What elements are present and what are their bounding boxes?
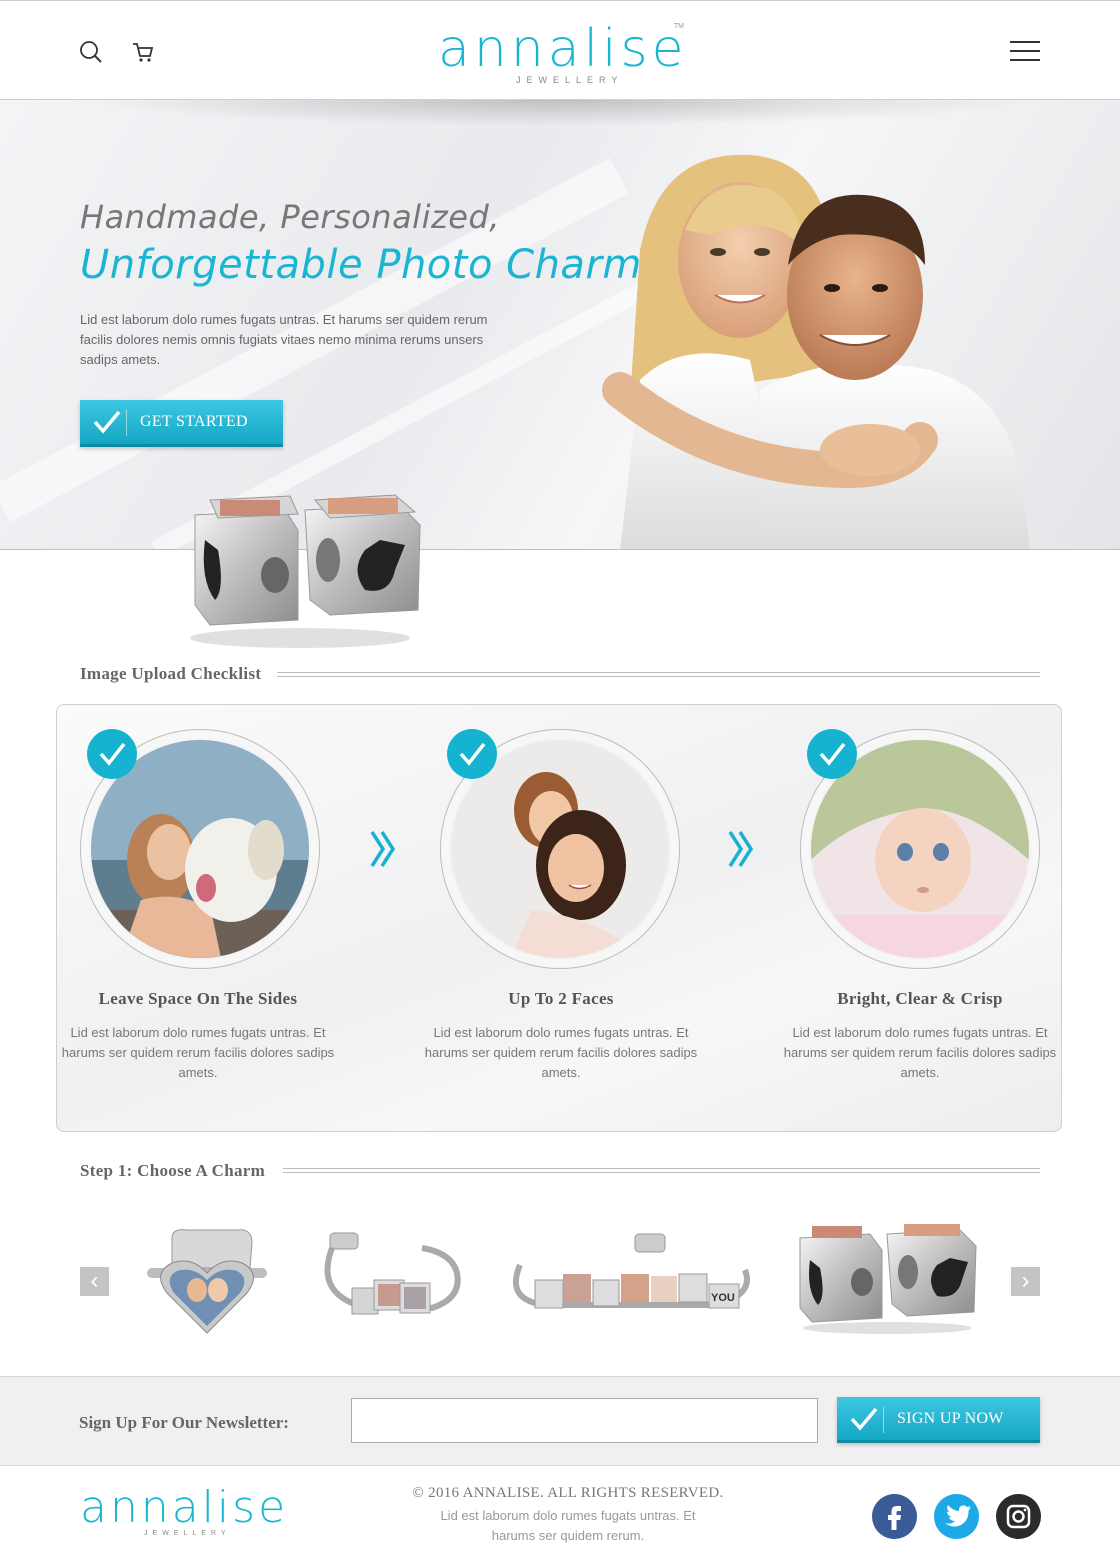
double-chevron-right-icon <box>370 831 396 867</box>
newsletter-email-input[interactable] <box>351 1398 818 1443</box>
bracelet-multi-cubes-charm[interactable]: YOU <box>505 1230 755 1330</box>
logo-tm: TM <box>673 23 684 30</box>
checklist-item-body: Lid est laborum dolo rumes fugats untras… <box>61 1025 335 1080</box>
sign-up-now-button[interactable]: SIGN UP NOW <box>837 1397 1040 1443</box>
footer-logo-wordmark: annalise <box>80 1482 289 1533</box>
get-started-label: GET STARTED <box>140 413 248 430</box>
heading-rule <box>277 672 1040 677</box>
heading-rule <box>283 1168 1040 1173</box>
hero-banner: Handmade, Personalized, Unforgettable Ph… <box>0 100 1120 550</box>
header-logo[interactable]: annalise TM JEWELLERY <box>438 17 688 89</box>
carousel-next-button[interactable]: › <box>1011 1267 1040 1296</box>
chevron-left-icon: ‹ <box>90 1267 99 1294</box>
site-header: annalise TM JEWELLERY <box>0 0 1120 100</box>
hero-description: Lid est laborum dolo rumes fugats untras… <box>80 312 488 367</box>
copyright-text: © 2016 ANNALISE. ALL RIGHTS RESERVED. <box>412 1485 724 1501</box>
sign-up-now-label: SIGN UP NOW <box>897 1410 1004 1427</box>
twitter-icon[interactable] <box>934 1494 979 1539</box>
checkmark-badge-icon <box>447 729 497 779</box>
instagram-icon[interactable] <box>996 1494 1041 1539</box>
heart-photo-charm[interactable] <box>142 1228 272 1343</box>
hero-title-line1: Handmade, Personalized, <box>80 198 500 236</box>
newsletter-label: Sign Up For Our Newsletter: <box>79 1413 289 1432</box>
hamburger-menu-icon[interactable] <box>1010 41 1040 63</box>
newsletter-bar: Sign Up For Our Newsletter: SIGN UP NOW <box>0 1376 1120 1466</box>
checklist-item-title: Up To 2 Faces <box>508 989 614 1008</box>
cart-icon[interactable] <box>130 39 156 65</box>
checklist-panel: Leave Space On The Sides Lid est laborum… <box>56 704 1062 1132</box>
chevron-right-icon: › <box>1021 1267 1030 1294</box>
footer-logo[interactable]: annalise JEWELLERY <box>80 1482 290 1542</box>
logo-subtitle: JEWELLERY <box>516 75 624 85</box>
carousel-prev-button[interactable]: ‹ <box>80 1267 109 1296</box>
bracelet-two-cubes-charm[interactable] <box>312 1228 467 1328</box>
footer-logo-subtitle: JEWELLERY <box>144 1530 231 1537</box>
bracelet-you-text: YOU <box>711 1292 735 1304</box>
checklist-item-body: Lid est laborum dolo rumes fugats untras… <box>783 1025 1057 1080</box>
photo-cube-charms-image <box>190 494 421 648</box>
check-icon <box>93 410 121 434</box>
logo-wordmark: annalise <box>438 19 688 79</box>
choose-charm-heading: Step 1: Choose A Charm <box>80 1161 266 1180</box>
double-chevron-right-icon <box>728 831 754 867</box>
checklist-item-body: Lid est laborum dolo rumes fugats untras… <box>424 1025 698 1080</box>
get-started-button[interactable]: GET STARTED <box>80 400 283 447</box>
search-icon[interactable] <box>78 39 104 65</box>
check-icon <box>850 1407 878 1431</box>
checkmark-badge-icon <box>807 729 857 779</box>
hero-title-line2: Unforgettable Photo Charms <box>80 242 664 288</box>
cube-pair-charm[interactable] <box>792 1220 982 1335</box>
hero-couple-photo <box>602 154 1030 549</box>
checklist-item-title: Leave Space On The Sides <box>98 989 298 1008</box>
checkmark-badge-icon <box>87 729 137 779</box>
checklist-item-title: Bright, Clear & Crisp <box>837 989 1003 1008</box>
facebook-icon[interactable] <box>872 1494 917 1539</box>
checklist-heading: Image Upload Checklist <box>80 664 262 683</box>
footer-subtext: Lid est laborum dolo rumes fugats untras… <box>440 1508 696 1543</box>
header-shadow <box>80 100 1040 126</box>
